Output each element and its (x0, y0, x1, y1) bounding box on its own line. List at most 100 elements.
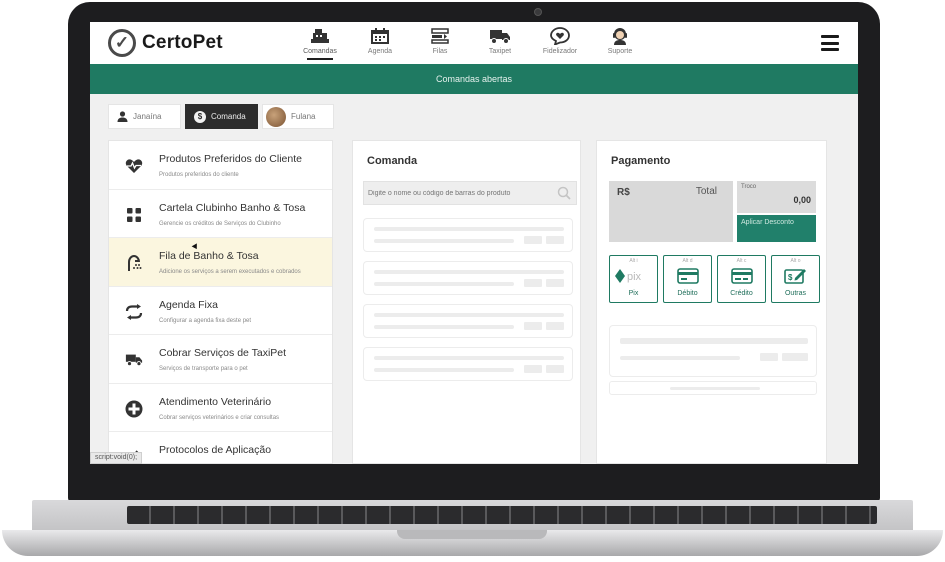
pay-method-label: Pix (628, 290, 639, 297)
nav-agenda-label: Agenda (367, 48, 393, 55)
shortcut-hint: Alt c (736, 258, 747, 264)
dollar-coin-icon: $ (194, 110, 206, 123)
pay-method-label: Débito (677, 290, 698, 297)
change-label: Troco (741, 184, 757, 190)
apply-discount-button[interactable]: Aplicar Desconto (737, 215, 816, 242)
credit-card-icon (718, 266, 765, 286)
menu-item-subtitle: Configurar a agenda fixa deste pet (159, 317, 252, 324)
total-display: R$ Total (609, 181, 733, 242)
menu-item-title: Protocolos de Aplicação (159, 444, 272, 456)
shortcut-hint: Alt i (629, 258, 638, 264)
keyboard (127, 506, 877, 524)
payment-placeholder (609, 325, 817, 377)
shower-icon (125, 254, 143, 272)
shortcut-hint: Alt o (790, 258, 801, 264)
menu-item-subtitle: Adicione os serviços a serem executados … (159, 269, 301, 275)
menu-item-subtitle: Produtos preferidos do cliente (159, 172, 239, 178)
menu-item-cartela-clubinho[interactable]: Cartela Clubinho Banho & Tosa Gerencie o… (109, 190, 332, 238)
heart-chat-icon (550, 26, 570, 46)
nav-agenda[interactable]: Agenda (350, 26, 410, 60)
nav-suporte[interactable]: Suporte (590, 26, 650, 60)
pay-other-button[interactable]: Alt o $ Outras (771, 255, 820, 303)
screen: ✓ CertoPet Comandas Agenda Filas Taxipet… (90, 22, 858, 464)
product-search-input[interactable] (368, 189, 556, 197)
medical-cross-icon (125, 400, 143, 418)
pix-icon: pix (610, 266, 657, 286)
pay-credit-button[interactable]: Alt c Crédito (717, 255, 766, 303)
logo-check-icon: ✓ (108, 29, 136, 57)
comanda-tab-label: Comanda (211, 112, 246, 121)
shortcut-hint: Alt d (682, 258, 693, 264)
total-currency: R$ (617, 187, 630, 198)
nav-comandas[interactable]: Comandas (290, 26, 350, 60)
open-orders-banner: Comandas abertas (90, 64, 858, 94)
pay-pix-button[interactable]: Alt i pix Pix (609, 255, 658, 303)
payment-title: Pagamento (611, 155, 671, 167)
comanda-panel: Comanda (352, 140, 581, 464)
menu-item-subtitle: Gerencie os créditos de Serviços do Club… (159, 220, 281, 227)
lid-notch (397, 530, 547, 539)
menu-item-subtitle: Serviços de transporte para o pet (159, 366, 248, 372)
nav-taxipet-label: Taxipet (488, 48, 512, 55)
menu-item-subtitle: Cobrar serviços veterinários e criar con… (159, 414, 280, 421)
menu-item-title: Cartela Clubinho Banho & Tosa (159, 201, 306, 214)
item-placeholder (363, 218, 573, 252)
pet-name: Fulana (291, 112, 316, 121)
keyboard-deck (32, 500, 913, 530)
menu-item-title: Fila de Banho & Tosa (159, 250, 259, 262)
calendar-icon (371, 26, 389, 46)
pet-tab[interactable]: Fulana (262, 104, 334, 129)
menu-item-title: Agenda Fixa (159, 298, 218, 311)
menu-item-title: Atendimento Veterinário (159, 395, 272, 408)
nav-filas[interactable]: Filas (410, 26, 470, 60)
client-tab[interactable]: Janaína (108, 104, 181, 129)
other-payment-icon: $ (772, 266, 819, 286)
product-search (363, 181, 577, 205)
support-agent-icon (610, 26, 630, 46)
svg-text:$: $ (788, 273, 793, 282)
menu-item-agenda-fixa[interactable]: Agenda Fixa Configurar a agenda fixa des… (109, 287, 332, 335)
pet-avatar (266, 106, 286, 127)
nav-taxipet[interactable]: Taxipet (470, 26, 530, 60)
menu-item-title: Cobrar Serviços de TaxiPet (159, 347, 287, 359)
change-value: 0,00 (793, 195, 811, 205)
payment-panel: Pagamento R$ Total Troco 0,00 Aplicar De… (596, 140, 827, 464)
queue-icon (431, 26, 449, 46)
apply-discount-label: Aplicar Desconto (741, 219, 794, 226)
banner-title: Comandas abertas (435, 74, 513, 84)
search-icon[interactable] (556, 185, 572, 201)
pay-debit-button[interactable]: Alt d Débito (663, 255, 712, 303)
change-display: Troco 0,00 (737, 181, 816, 213)
nav-fidelizador[interactable]: Fidelizador (530, 26, 590, 60)
nav-suporte-label: Suporte (607, 48, 633, 55)
app-logo[interactable]: ✓ CertoPet (108, 29, 223, 57)
heart-pulse-icon (125, 157, 143, 175)
pay-method-label: Outras (784, 290, 806, 297)
repeat-icon (125, 303, 143, 321)
main-nav: Comandas Agenda Filas Taxipet Fidelizado… (290, 26, 650, 60)
comanda-tab[interactable]: $ Comanda (185, 104, 258, 129)
menu-item-atendimento-veterinario[interactable]: Atendimento Veterinário Cobrar serviços … (109, 384, 332, 432)
nav-fidelizador-label: Fidelizador (542, 48, 578, 55)
nav-filas-label: Filas (432, 48, 448, 55)
payment-placeholder-footer (609, 381, 817, 395)
service-menu: Produtos Preferidos do Cliente Produtos … (108, 140, 333, 464)
menu-item-title: Produtos Preferidos do Cliente (159, 153, 302, 165)
menu-item-produtos-preferidos[interactable]: Produtos Preferidos do Cliente Produtos … (109, 141, 332, 190)
browser-status-bar: script:void(0); (90, 452, 143, 464)
menu-item-taxipet[interactable]: Cobrar Serviços de TaxiPet Serviços de t… (109, 335, 332, 384)
item-placeholder (363, 347, 573, 381)
top-bar: ✓ CertoPet Comandas Agenda Filas Taxipet… (90, 22, 858, 64)
grid-icon (125, 206, 143, 224)
logo-text: CertoPet (142, 32, 223, 53)
hamburger-menu-icon[interactable] (821, 35, 839, 51)
cash-register-icon (310, 26, 330, 46)
truck-icon (125, 351, 143, 369)
pay-method-label: Crédito (730, 290, 753, 297)
menu-item-protocolos-aplicacao[interactable]: Protocolos de Aplicação (109, 432, 332, 463)
nav-comandas-label: Comandas (303, 48, 337, 55)
total-label: Total (695, 186, 717, 197)
nav-active-indicator (307, 58, 333, 60)
menu-item-fila-banho-tosa[interactable]: Fila de Banho & Tosa Adicione os serviço… (109, 238, 332, 287)
client-name: Janaína (133, 112, 162, 121)
